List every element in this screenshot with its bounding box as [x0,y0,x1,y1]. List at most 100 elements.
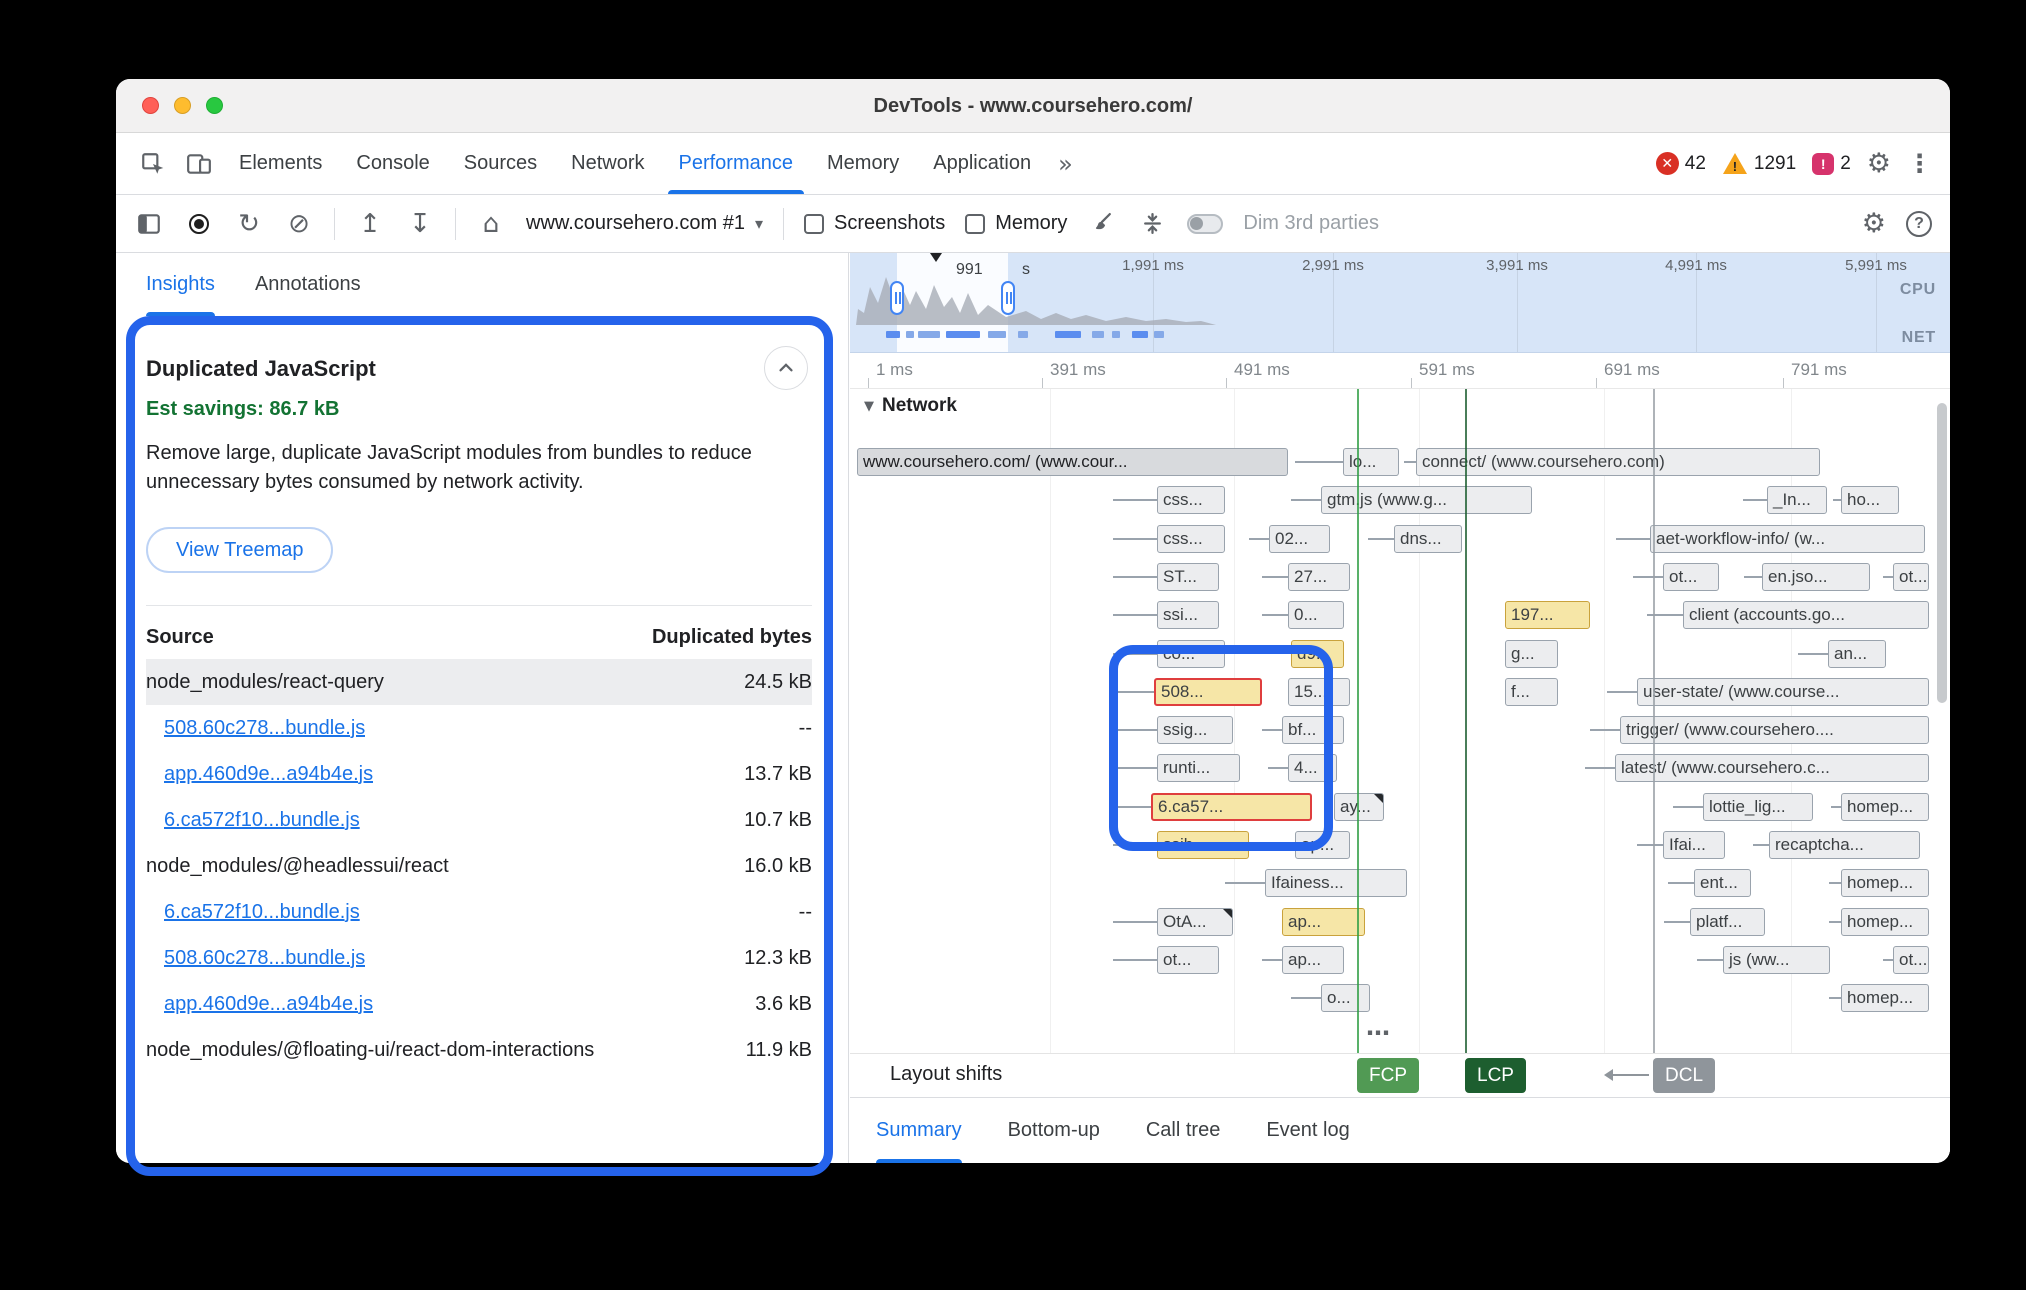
table-row[interactable]: 508.60c278...bundle.js12.3 kB [146,935,812,981]
network-request-bar[interactable]: homep... [1841,984,1929,1012]
network-request-bar[interactable]: user-state/ (www.course... [1637,678,1929,706]
table-row[interactable]: 6.ca572f10...bundle.js10.7 kB [146,797,812,843]
source-link[interactable]: app.460d9e...a94b4e.js [164,993,373,1016]
network-request-bar[interactable]: Ifainess... [1265,869,1407,897]
help-icon[interactable]: ? [1906,211,1932,237]
capture-settings-gear-icon[interactable]: ⚙ [1862,208,1886,239]
network-request-bar[interactable]: ssig... [1157,716,1233,744]
network-request-bar[interactable]: ssib... [1157,831,1249,859]
network-request-bar[interactable]: aet-workflow-info/ (w... [1650,525,1925,553]
network-request-bar[interactable]: _In... [1767,486,1827,514]
source-link[interactable]: 6.ca572f10...bundle.js [164,901,360,924]
console-warnings-counter[interactable]: ! 1291 [1722,153,1796,175]
dim-third-parties-toggle[interactable] [1187,214,1223,234]
source-link[interactable]: 508.60c278...bundle.js [164,717,365,740]
left-window-handle[interactable] [890,281,904,315]
collect-garbage-icon[interactable] [1087,211,1117,236]
network-request-bar[interactable]: d9... [1291,640,1344,668]
network-request-bar[interactable]: trigger/ (www.coursehero.... [1620,716,1929,744]
network-request-bar[interactable]: bf... [1282,716,1344,744]
network-request-bar[interactable]: gtm.js (www.g... [1321,486,1532,514]
network-request-bar[interactable]: OtA... [1157,908,1233,936]
load-profile-button[interactable]: ↥ [355,209,385,239]
right-window-handle[interactable] [1001,281,1015,315]
table-row[interactable]: node_modules/react-query24.5 kB [146,659,812,705]
network-request-bar[interactable]: platf... [1690,908,1765,936]
collapse-insight-button[interactable] [764,346,808,390]
source-link[interactable]: app.460d9e...a94b4e.js [164,763,373,786]
tab-elements[interactable]: Elements [222,133,339,194]
network-request-bar[interactable]: ot... [1893,946,1929,974]
network-request-bar[interactable]: co... [1157,640,1225,668]
network-request-bar[interactable]: o... [1321,984,1370,1012]
network-request-bar[interactable]: ap... [1282,946,1344,974]
network-request-bar[interactable]: en.jso... [1762,563,1870,591]
tab-memory[interactable]: Memory [810,133,916,194]
timeline-overview-strip[interactable]: 1,991 ms2,991 ms3,991 ms4,991 ms5,991 ms… [850,253,1950,353]
network-request-bar[interactable]: www.coursehero.com/ (www.cour... [857,448,1288,476]
tab-application[interactable]: Application [916,133,1048,194]
more-tabs-icon[interactable]: » [1048,133,1083,194]
network-request-bar[interactable]: lottie_lig... [1703,793,1813,821]
network-track-header[interactable]: ▼ Network [864,395,957,417]
device-toolbar-icon[interactable] [176,133,222,194]
save-profile-button[interactable]: ↧ [405,209,435,239]
network-request-bar[interactable]: dns... [1394,525,1462,553]
source-link[interactable]: 508.60c278...bundle.js [164,947,365,970]
history-dropdown[interactable]: www.coursehero.com #1 ▾ [526,212,763,235]
network-request-bar[interactable]: connect/ (www.coursehero.com) [1416,448,1820,476]
network-request-bar[interactable]: 508... [1154,678,1262,706]
network-request-bar[interactable]: 15... [1288,678,1350,706]
network-request-bar[interactable]: Ifai... [1663,831,1725,859]
network-request-bar[interactable]: ent... [1694,869,1751,897]
table-row[interactable]: node_modules/@floating-ui/react-dom-inte… [146,1027,812,1073]
tab-event-log[interactable]: Event log [1266,1098,1349,1163]
inspect-element-icon[interactable] [130,133,176,194]
network-request-bar[interactable]: client (accounts.go... [1683,601,1929,629]
network-request-bar[interactable]: an... [1828,640,1886,668]
table-row[interactable]: node_modules/@headlessui/react16.0 kB [146,843,812,889]
tab-summary[interactable]: Summary [876,1098,962,1163]
record-button[interactable] [184,214,214,234]
network-request-bar[interactable]: css... [1157,525,1225,553]
toggle-sidebar-icon[interactable] [134,211,164,237]
home-icon[interactable]: ⌂ [476,209,506,239]
tab-bottom-up[interactable]: Bottom-up [1008,1098,1100,1163]
table-row[interactable]: 508.60c278...bundle.js-- [146,705,812,751]
clear-recording-button[interactable]: ⊘ [284,209,314,239]
network-request-bar[interactable]: f... [1505,678,1558,706]
screenshots-checkbox[interactable]: Screenshots [804,212,945,235]
view-treemap-button[interactable]: View Treemap [146,527,333,573]
network-request-bar[interactable]: recaptcha... [1769,831,1920,859]
network-request-bar[interactable]: ssi... [1157,601,1219,629]
network-request-bar[interactable]: ap... [1282,908,1365,936]
network-request-bar[interactable]: 6.ca57... [1151,793,1312,821]
network-request-bar[interactable]: js (ww... [1723,946,1830,974]
network-request-bar[interactable]: 0... [1288,601,1344,629]
network-request-bar[interactable]: ay... [1334,793,1384,821]
memory-checkbox[interactable]: Memory [965,212,1067,235]
network-request-bar[interactable]: ot... [1893,563,1929,591]
network-request-bar[interactable]: lo... [1343,448,1399,476]
tab-performance[interactable]: Performance [662,133,811,194]
network-request-bar[interactable]: ot... [1663,563,1719,591]
network-request-bar[interactable]: ot... [1157,946,1219,974]
collapse-sections-icon[interactable] [1137,211,1167,236]
tab-sources[interactable]: Sources [447,133,554,194]
network-request-bar[interactable]: ap... [1295,831,1350,859]
console-errors-counter[interactable]: ✕ 42 [1656,152,1706,175]
show-more-ellipsis[interactable]: … [1366,1013,1392,1041]
table-row[interactable]: app.460d9e...a94b4e.js13.7 kB [146,751,812,797]
sidebar-tab-annotations[interactable]: Annotations [255,253,361,316]
reload-and-record-button[interactable]: ↻ [234,209,264,239]
network-request-bar[interactable]: ho... [1841,486,1899,514]
network-request-bar[interactable]: g... [1505,640,1558,668]
issues-counter[interactable]: ! 2 [1812,153,1851,175]
network-request-bar[interactable]: ST... [1157,563,1219,591]
table-row[interactable]: 6.ca572f10...bundle.js-- [146,889,812,935]
source-link[interactable]: 6.ca572f10...bundle.js [164,809,360,832]
tab-console[interactable]: Console [339,133,446,194]
vertical-scrollbar[interactable] [1937,403,1947,703]
network-request-bar[interactable]: runti... [1157,754,1240,782]
tab-call-tree[interactable]: Call tree [1146,1098,1220,1163]
